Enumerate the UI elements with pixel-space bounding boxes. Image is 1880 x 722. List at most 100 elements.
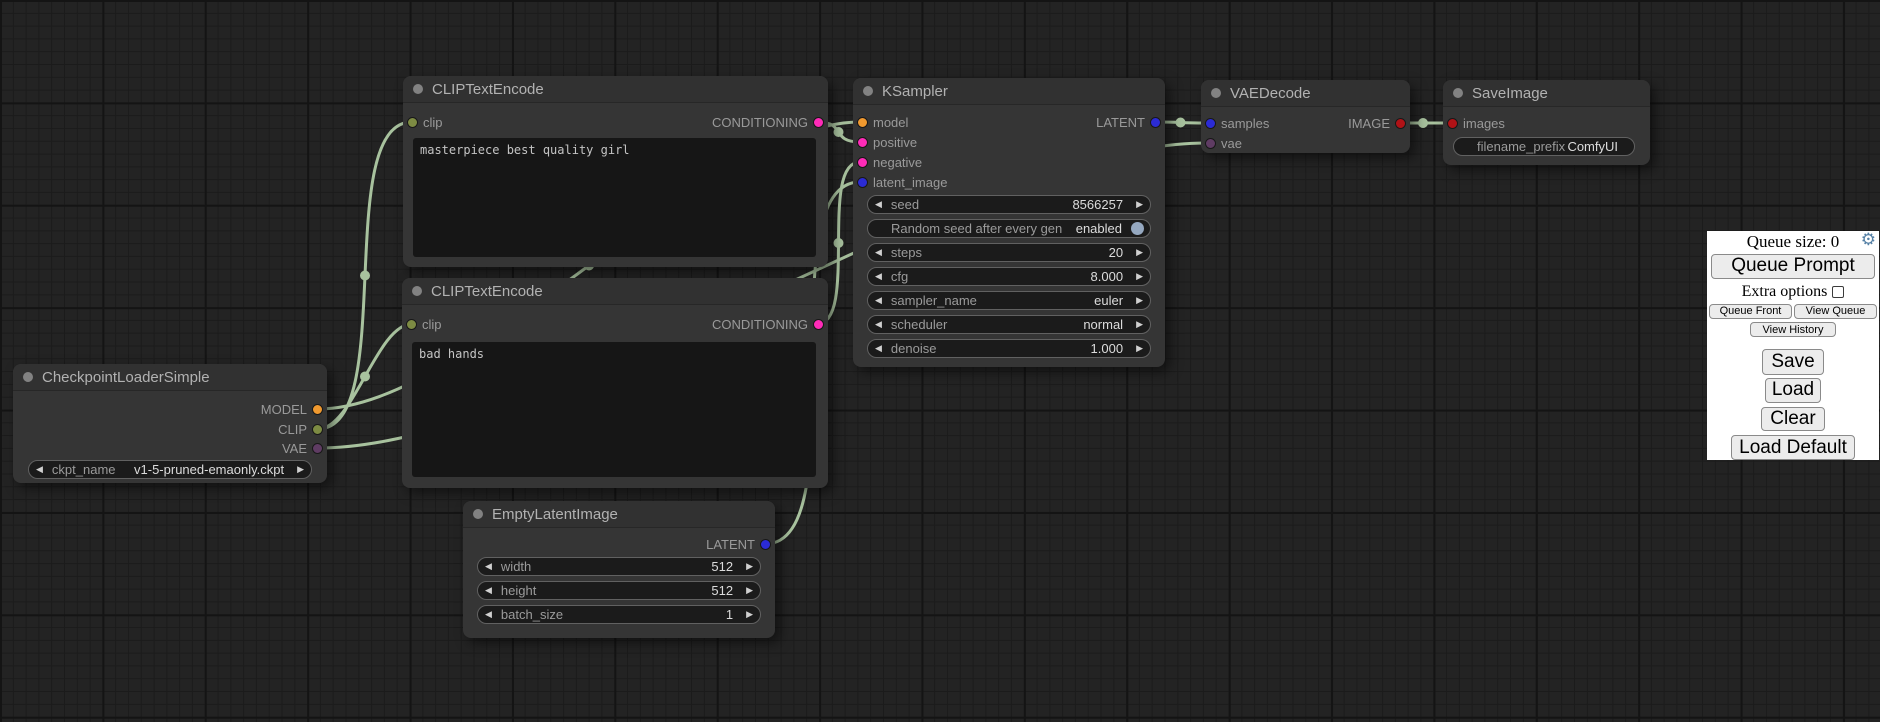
widget-scheduler[interactable]: ◀ scheduler normal ▶ [867,315,1151,334]
increment-arrow-icon[interactable]: ▶ [1136,200,1143,209]
output-port-latent[interactable]: LATENT [706,537,771,552]
decrement-arrow-icon[interactable]: ◀ [485,562,492,571]
widget-denoise[interactable]: ◀ denoise 1.000 ▶ [867,339,1151,358]
node-header[interactable]: CLIPTextEncode [403,76,828,103]
port-dot-latent[interactable] [857,177,868,188]
collapse-dot-icon[interactable] [23,372,33,382]
input-port-clip[interactable]: clip [406,317,442,332]
port-dot-conditioning[interactable] [857,137,868,148]
increment-arrow-icon[interactable]: ▶ [1136,320,1143,329]
output-port-image[interactable]: IMAGE [1348,116,1406,131]
port-dot-conditioning[interactable] [857,157,868,168]
node-header[interactable]: EmptyLatentImage [463,501,775,528]
input-port-model[interactable]: model [857,115,908,130]
input-port-latent-image[interactable]: latent_image [857,175,947,190]
widget-filename-prefix[interactable]: filename_prefix ComfyUI [1453,137,1635,156]
port-dot-latent[interactable] [1150,117,1161,128]
port-dot-conditioning[interactable] [813,319,824,330]
extra-options-checkbox[interactable] [1832,286,1844,298]
increment-arrow-icon[interactable]: ▶ [1136,344,1143,353]
increment-arrow-icon[interactable]: ▶ [746,610,753,619]
input-port-clip[interactable]: clip [407,115,443,130]
view-history-button[interactable]: View History [1750,322,1836,338]
node-checkpointloadersimple[interactable]: CheckpointLoaderSimple MODEL CLIP VAE ◀ … [13,364,327,483]
toggle-on-icon[interactable] [1131,222,1144,235]
collapse-dot-icon[interactable] [863,86,873,96]
collapse-dot-icon[interactable] [473,509,483,519]
load-button[interactable]: Load [1765,378,1821,403]
decrement-arrow-icon[interactable]: ◀ [485,610,492,619]
node-emptylatentimage[interactable]: EmptyLatentImage LATENT ◀ width 512 ▶ ◀ … [463,501,775,638]
node-header[interactable]: KSampler [853,78,1165,105]
widget-width[interactable]: ◀ width 512 ▶ [477,557,761,576]
port-dot-model[interactable] [312,404,323,415]
port-dot-clip[interactable] [406,319,417,330]
port-dot-vae[interactable] [1205,138,1216,149]
decrement-arrow-icon[interactable]: ◀ [875,248,882,257]
decrement-arrow-icon[interactable]: ◀ [875,320,882,329]
save-button[interactable]: Save [1762,349,1824,375]
output-port-latent[interactable]: LATENT [1096,115,1161,130]
widget-ckpt-name[interactable]: ◀ ckpt_name v1-5-pruned-emaonly.ckpt ▶ [28,460,312,479]
output-port-conditioning[interactable]: CONDITIONING [712,115,824,130]
widget-batch-size[interactable]: ◀ batch_size 1 ▶ [477,605,761,624]
decrement-arrow-icon[interactable]: ◀ [875,344,882,353]
increment-arrow-icon[interactable]: ▶ [1136,272,1143,281]
queue-front-button[interactable]: Queue Front [1709,304,1792,319]
node-ksampler[interactable]: KSampler model positive negative latent_… [853,78,1165,367]
decrement-arrow-icon[interactable]: ◀ [36,465,43,474]
increment-arrow-icon[interactable]: ▶ [297,465,304,474]
collapse-dot-icon[interactable] [412,286,422,296]
widget-height[interactable]: ◀ height 512 ▶ [477,581,761,600]
widget-cfg[interactable]: ◀ cfg 8.000 ▶ [867,267,1151,286]
output-port-model[interactable]: MODEL [261,402,323,417]
view-queue-button[interactable]: View Queue [1794,304,1877,319]
widget-seed[interactable]: ◀ seed 8566257 ▶ [867,195,1151,214]
collapse-dot-icon[interactable] [413,84,423,94]
input-port-positive[interactable]: positive [857,135,917,150]
widget-random-seed-toggle[interactable]: Random seed after every gen enabled [867,219,1151,238]
negative-prompt-textarea[interactable]: bad hands [412,342,816,477]
increment-arrow-icon[interactable]: ▶ [746,562,753,571]
increment-arrow-icon[interactable]: ▶ [1136,296,1143,305]
output-port-conditioning[interactable]: CONDITIONING [712,317,824,332]
node-header[interactable]: VAEDecode [1201,80,1410,107]
increment-arrow-icon[interactable]: ▶ [746,586,753,595]
node-cliptextencode-positive[interactable]: CLIPTextEncode clip CONDITIONING masterp… [403,76,828,267]
port-dot-vae[interactable] [312,443,323,454]
positive-prompt-textarea[interactable]: masterpiece best quality girl [413,138,816,257]
decrement-arrow-icon[interactable]: ◀ [875,200,882,209]
input-port-samples[interactable]: samples [1205,116,1269,131]
port-dot-model[interactable] [857,117,868,128]
node-saveimage[interactable]: SaveImage images filename_prefix ComfyUI [1443,80,1650,165]
decrement-arrow-icon[interactable]: ◀ [875,296,882,305]
collapse-dot-icon[interactable] [1453,88,1463,98]
widget-sampler-name[interactable]: ◀ sampler_name euler ▶ [867,291,1151,310]
queue-prompt-button[interactable]: Queue Prompt [1711,254,1875,279]
port-dot-image[interactable] [1395,118,1406,129]
node-header[interactable]: SaveImage [1443,80,1650,107]
input-port-vae[interactable]: vae [1205,136,1242,151]
node-header[interactable]: CheckpointLoaderSimple [13,364,327,391]
input-port-negative[interactable]: negative [857,155,922,170]
widget-steps[interactable]: ◀ steps 20 ▶ [867,243,1151,262]
port-dot-clip[interactable] [312,424,323,435]
collapse-dot-icon[interactable] [1211,88,1221,98]
port-dot-latent[interactable] [760,539,771,550]
port-dot-clip[interactable] [407,117,418,128]
node-cliptextencode-negative[interactable]: CLIPTextEncode clip CONDITIONING bad han… [402,278,828,488]
port-dot-conditioning[interactable] [813,117,824,128]
port-dot-latent[interactable] [1205,118,1216,129]
load-default-button[interactable]: Load Default [1731,435,1855,460]
port-dot-image[interactable] [1447,118,1458,129]
node-vaedecode[interactable]: VAEDecode samples vae IMAGE [1201,80,1410,153]
settings-gear-icon[interactable]: ⚙ [1861,232,1876,249]
decrement-arrow-icon[interactable]: ◀ [485,586,492,595]
output-port-clip[interactable]: CLIP [278,422,323,437]
decrement-arrow-icon[interactable]: ◀ [875,272,882,281]
clear-button[interactable]: Clear [1761,407,1825,432]
node-header[interactable]: CLIPTextEncode [402,278,828,305]
increment-arrow-icon[interactable]: ▶ [1136,248,1143,257]
input-port-images[interactable]: images [1447,116,1505,131]
output-port-vae[interactable]: VAE [282,441,323,456]
